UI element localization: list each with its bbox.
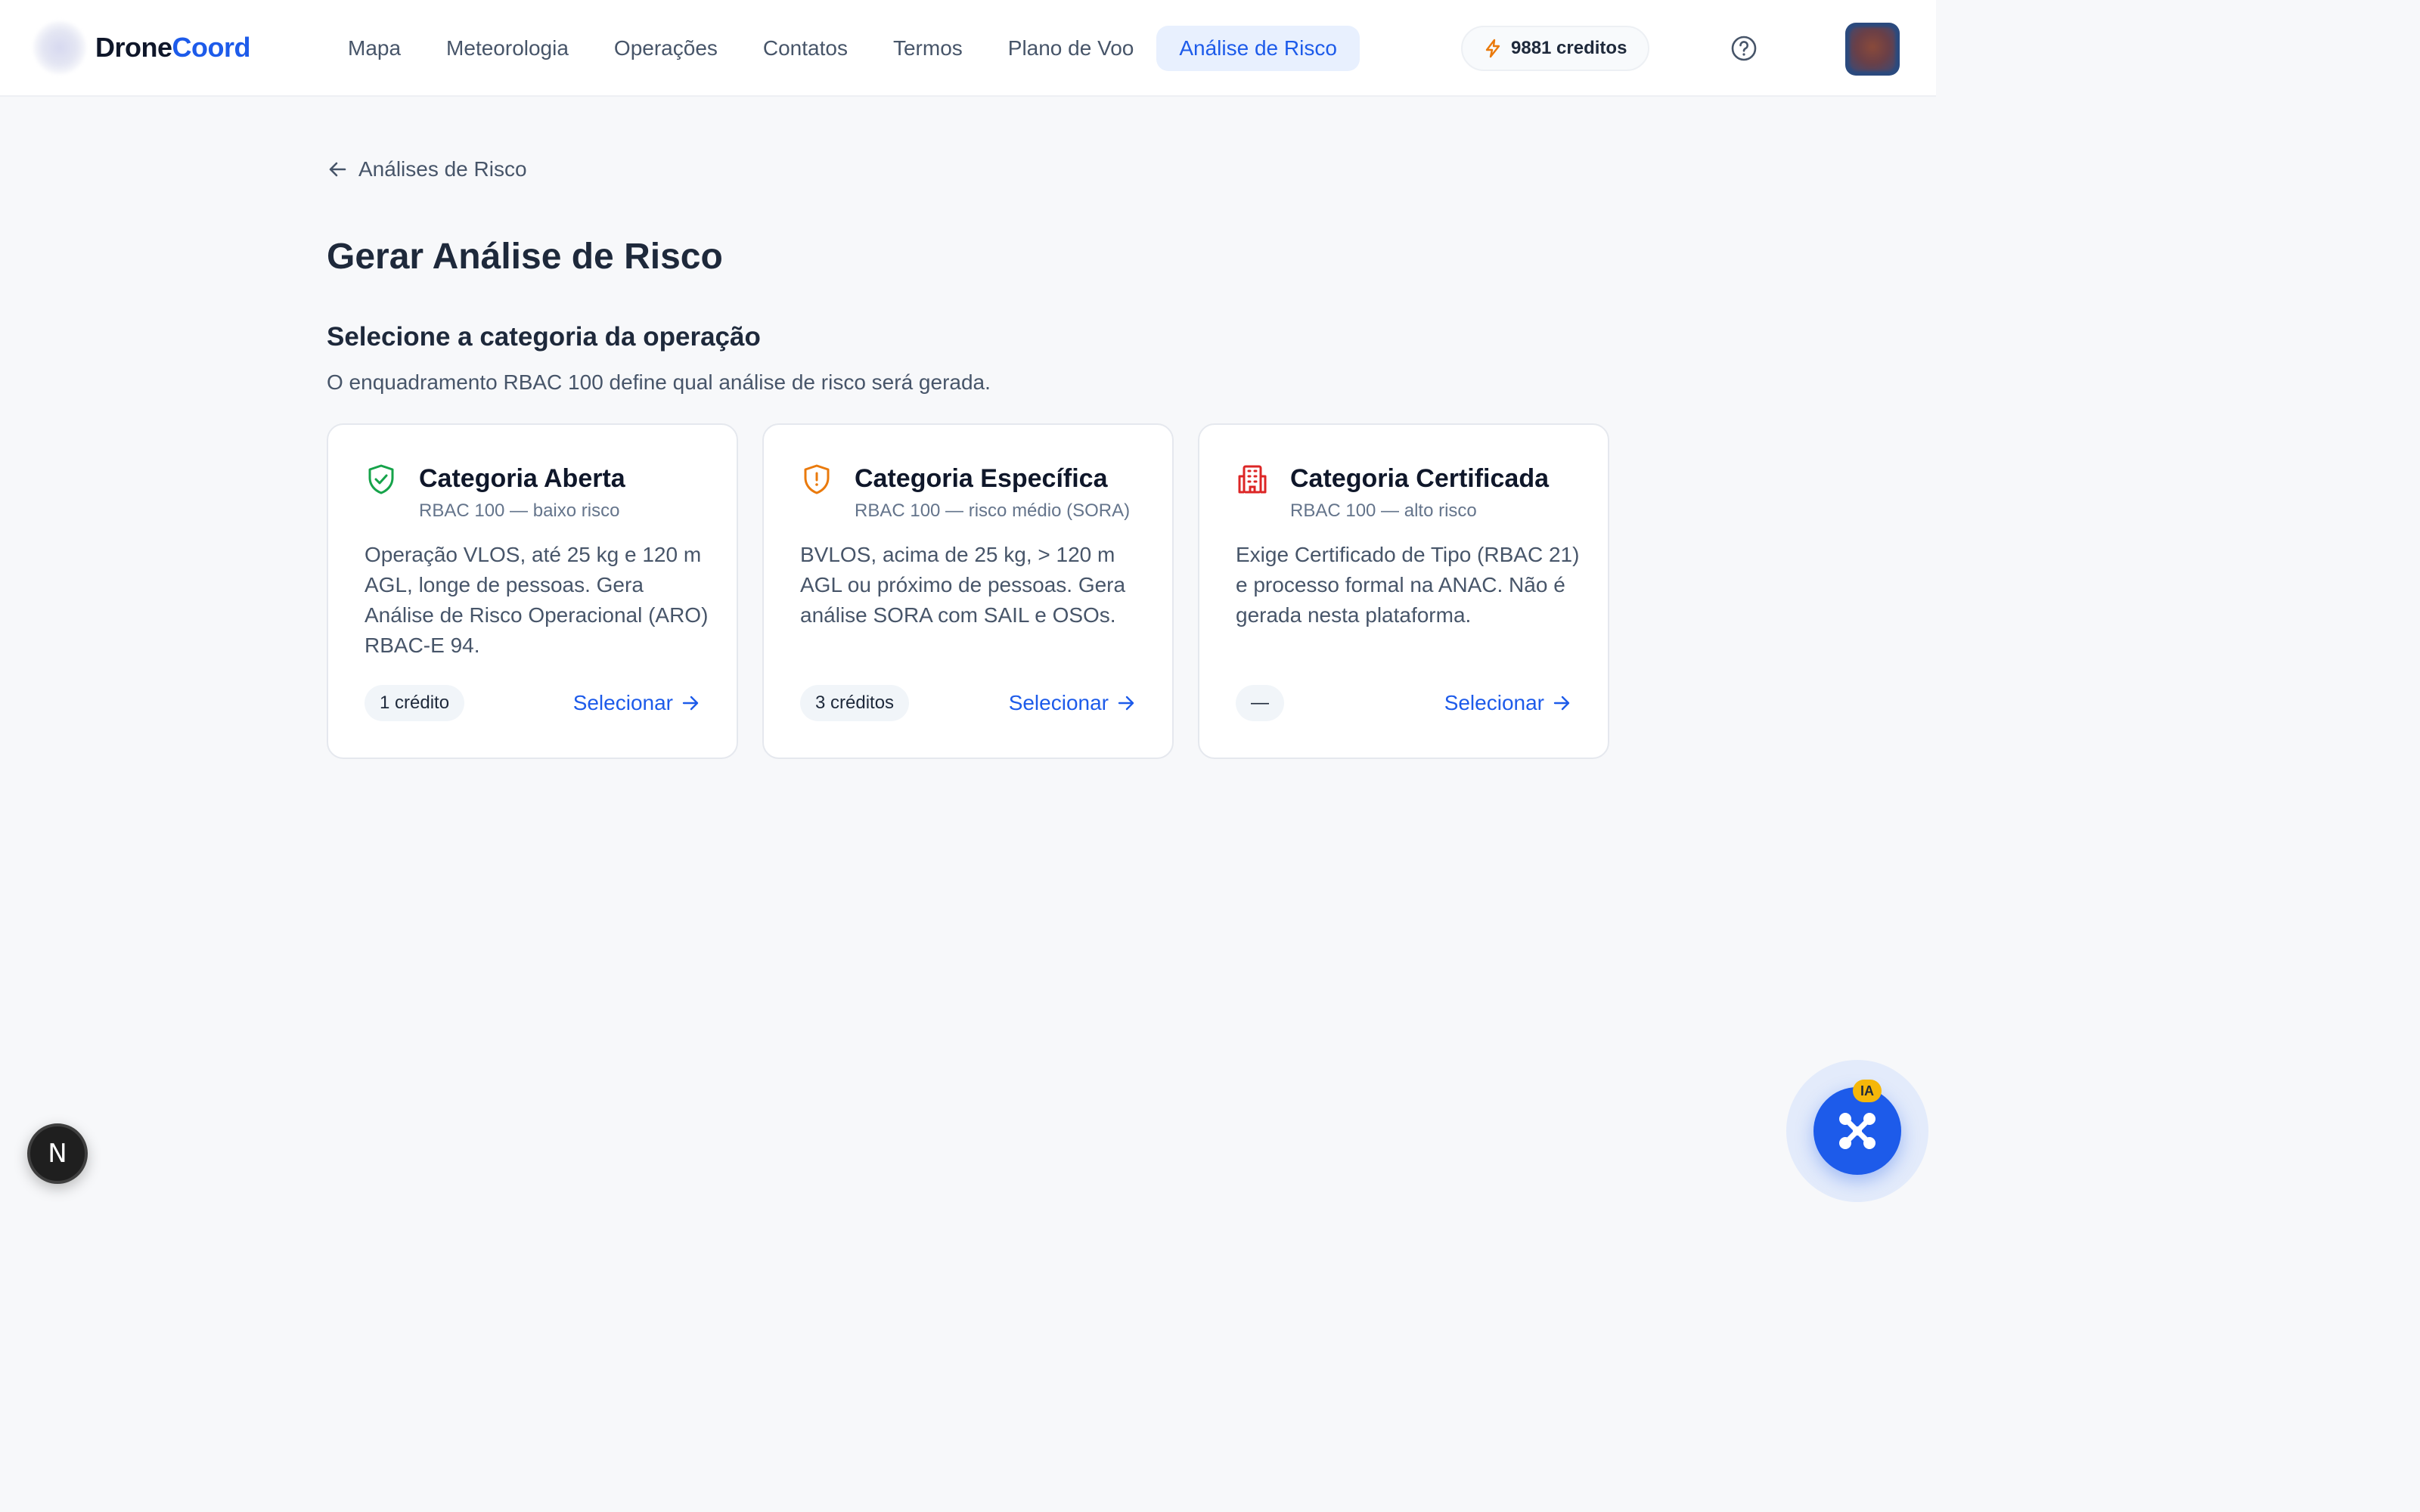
card-title: Categoria Aberta (419, 464, 625, 493)
select-button-label: Selecionar (1008, 691, 1109, 714)
arrow-right-icon (1553, 696, 1570, 711)
credit-cost-badge: — (1236, 685, 1284, 721)
nav-item-contatos[interactable]: Contatos (740, 26, 870, 71)
drone-icon (1839, 1113, 1876, 1149)
card-title: Categoria Específica (855, 464, 1108, 493)
card-subtitle: RBAC 100 — baixo risco (419, 500, 620, 521)
help-circle-icon[interactable] (1729, 33, 1759, 64)
brand[interactable]: DroneCoord (33, 21, 251, 74)
card-description: Operação VLOS, até 25 kg e 120 m AGL, lo… (365, 543, 709, 657)
nav-item-termos[interactable]: Termos (870, 26, 985, 71)
ai-tag-badge: IA (1853, 1080, 1882, 1102)
credits-label: 9881 creditos (1511, 38, 1627, 58)
brand-name: DroneCoord (95, 32, 251, 64)
shield-check-icon (368, 464, 394, 494)
section-title: Selecione a categoria da operação (327, 322, 761, 352)
brand-name-part2: Coord (172, 32, 251, 63)
nav-item-operacoes[interactable]: Operações (591, 26, 740, 71)
shield-alert-icon (804, 464, 830, 494)
top-navbar: DroneCoord Mapa Meteorologia Operações C… (0, 0, 1936, 97)
card-categoria-especifica[interactable]: Categoria Específica RBAC 100 — risco mé… (762, 423, 1174, 759)
nav-item-meteorologia[interactable]: Meteorologia (424, 26, 591, 71)
credit-cost-badge: 1 crédito (365, 685, 465, 721)
category-cards: Categoria Aberta RBAC 100 — baixo risco … (327, 423, 1609, 759)
credit-cost-badge: 3 créditos (800, 685, 910, 721)
arrow-right-icon (1118, 696, 1134, 711)
select-button-label: Selecionar (1444, 691, 1544, 714)
card-description: BVLOS, acima de 25 kg, > 120 m AGL ou pr… (800, 543, 1126, 627)
back-link[interactable]: Análises de Risco (327, 157, 527, 181)
nav-item-plano-de-voo[interactable]: Plano de Voo (985, 26, 1157, 71)
brand-logo (33, 21, 86, 74)
arrow-right-icon (682, 696, 699, 711)
select-button-label: Selecionar (572, 691, 673, 714)
brand-name-part1: Drone (95, 32, 172, 63)
avatar-image (1850, 27, 1895, 71)
card-categoria-certificada[interactable]: Categoria Certificada RBAC 100 — alto ri… (1198, 423, 1609, 759)
back-link-label: Análises de Risco (358, 157, 527, 181)
select-button[interactable]: Selecionar (1009, 685, 1136, 721)
nav-item-mapa[interactable]: Mapa (325, 26, 424, 71)
card-subtitle: RBAC 100 — alto risco (1290, 500, 1477, 521)
user-avatar[interactable] (1845, 23, 1900, 76)
building-icon (1238, 465, 1267, 494)
credits-badge[interactable]: 9881 creditos (1461, 26, 1650, 71)
nextjs-dev-badge[interactable]: N (27, 1123, 88, 1184)
lightning-icon (1485, 39, 1500, 58)
main-nav: Mapa Meteorologia Operações Contatos Ter… (325, 26, 1360, 71)
card-subtitle: RBAC 100 — risco médio (SORA) (855, 500, 1131, 521)
card-title: Categoria Certificada (1290, 464, 1549, 493)
card-categoria-aberta[interactable]: Categoria Aberta RBAC 100 — baixo risco … (327, 423, 738, 759)
select-button[interactable]: Selecionar (573, 685, 700, 721)
arrow-left-icon (329, 162, 346, 177)
nav-item-analise-de-risco[interactable]: Análise de Risco (1156, 26, 1360, 71)
select-button[interactable]: Selecionar (1444, 685, 1571, 721)
page-title: Gerar Análise de Risco (327, 237, 723, 277)
section-subtitle: O enquadramento RBAC 100 define qual aná… (327, 370, 991, 394)
card-description: Exige Certificado de Tipo (RBAC 21) e pr… (1236, 543, 1580, 627)
